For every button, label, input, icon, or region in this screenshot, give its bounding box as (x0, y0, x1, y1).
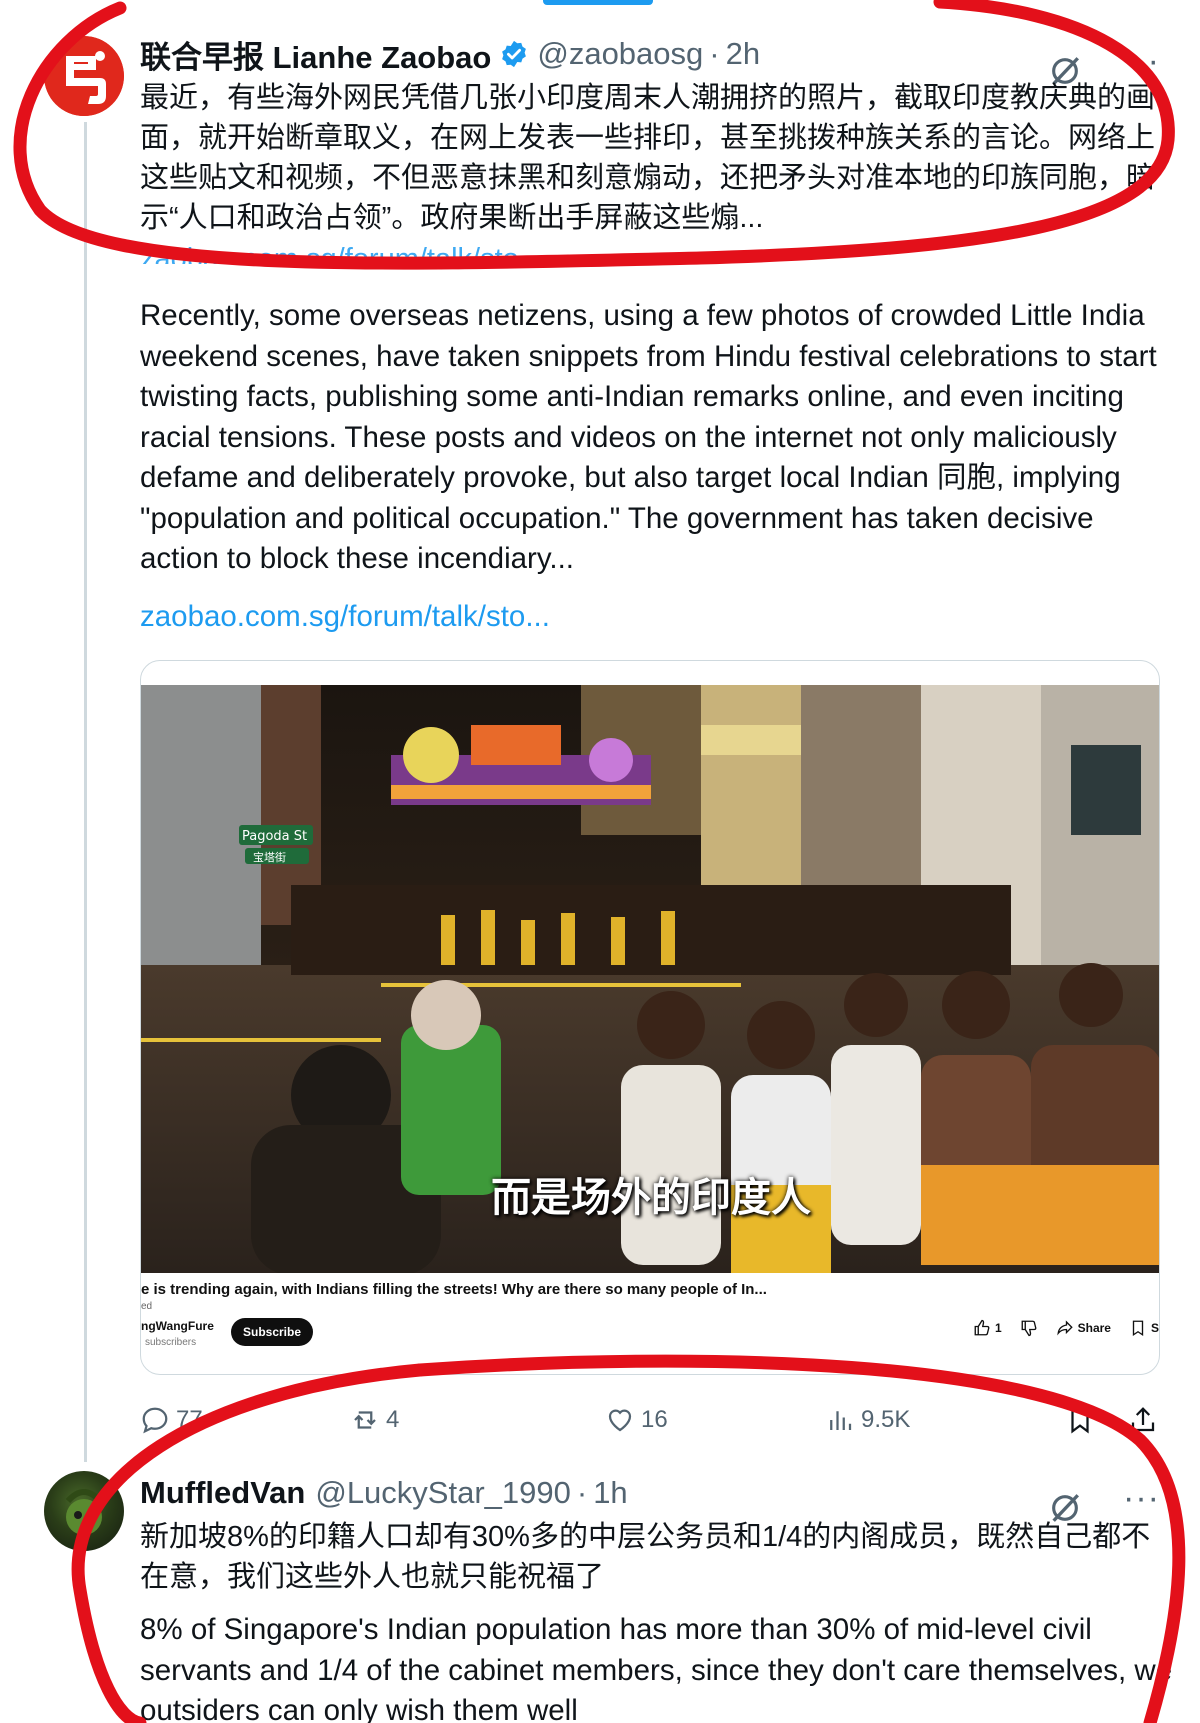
share-arrow-icon (1056, 1320, 1073, 1336)
repost-button[interactable]: 4 (350, 1405, 399, 1435)
user-avatar-image (65, 1489, 103, 1535)
bookmark-button[interactable] (1065, 1405, 1095, 1435)
tweet-text-english: 8% of Singapore's Indian population has … (140, 1613, 1173, 1723)
share-button[interactable] (1128, 1405, 1158, 1435)
video-dislike-button[interactable] (1020, 1319, 1038, 1337)
reply-icon (142, 1407, 168, 1434)
view-count: 9.5K (861, 1406, 911, 1433)
avatar[interactable] (44, 36, 124, 116)
article-link[interactable]: zaobao.com.sg/forum/talk/sto... (140, 600, 550, 634)
repost-count: 4 (386, 1406, 400, 1433)
verified-badge-icon (502, 40, 527, 68)
display-name[interactable]: 联合早报 Lianhe Zaobao (140, 32, 491, 77)
save-icon (1132, 1320, 1144, 1337)
avatar[interactable] (44, 1471, 124, 1551)
channel-name[interactable]: ngWangFure (141, 1319, 214, 1333)
media-card[interactable]: Pagoda St 宝塔街 而是场外的印度人 e is trending aga… (140, 660, 1160, 1375)
timestamp[interactable]: 1h (593, 1475, 627, 1511)
handle[interactable]: @zaobaosg (537, 36, 703, 72)
thumbs-up-icon (974, 1319, 990, 1336)
tweet-actions: 77 4 16 9.5K (140, 1405, 1170, 1445)
tweet-header: 联合早报 Lianhe Zaobao @zaobaosg · 2h (140, 32, 760, 77)
share-icon (1131, 1407, 1155, 1432)
video-save-button[interactable]: S (1129, 1319, 1159, 1337)
like-icon (608, 1409, 632, 1432)
more-icon[interactable]: ··· (1123, 44, 1160, 78)
top-tab-indicator (543, 0, 653, 5)
video-share-button[interactable]: Share (1056, 1319, 1111, 1337)
thumbs-down-icon (1021, 1320, 1037, 1337)
tweet-text-chinese: 最近，有些海外网民凭借几张小印度周末人潮拥挤的照片，截取印度教庆典的画面，就开始… (140, 82, 1156, 234)
views-icon (830, 1411, 852, 1430)
like-button[interactable]: 16 (605, 1405, 668, 1435)
video-thumbnail[interactable]: Pagoda St 宝塔街 而是场外的印度人 (141, 685, 1159, 1273)
thread-connector-line (84, 122, 87, 1462)
display-name[interactable]: MuffledVan (140, 1475, 305, 1511)
tweet-header: MuffledVan @LuckyStar_1990 · 1h (140, 1473, 628, 1513)
views-button[interactable]: 9.5K (825, 1405, 910, 1435)
street-sign-text-cn: 宝塔街 (253, 850, 286, 864)
video-like-count: 1 (994, 1321, 1002, 1335)
tweet-text-chinese: 新加坡8%的印籍人口却有30%多的中层公务员和1/4的内阁成员，既然自己都不在意… (140, 1521, 1151, 1593)
tweet-link-partial[interactable]: zaobao.com.sg/forum/talk/sto... (140, 244, 543, 264)
subscribe-button[interactable]: Subscribe (231, 1318, 314, 1346)
timestamp[interactable]: 2h (726, 36, 760, 72)
bookmark-icon (1071, 1407, 1089, 1434)
handle[interactable]: @LuckyStar_1990 (315, 1475, 571, 1511)
video-subtitle: 而是场外的印度人 (491, 1175, 811, 1221)
repost-icon (354, 1411, 376, 1429)
reply-count: 77 (176, 1406, 203, 1433)
video-meta: ed (141, 1301, 153, 1312)
separator-dot: · (576, 1475, 588, 1510)
separator-dot: · (709, 36, 720, 71)
reply-button[interactable]: 77 (140, 1405, 203, 1435)
subscriber-count: subscribers (145, 1337, 197, 1348)
video-actions: 1 Share S (973, 1319, 1159, 1337)
like-count: 16 (641, 1406, 668, 1433)
tweet-text-english: Recently, some overseas netizens, using … (140, 299, 1157, 575)
video-save-label: S (1150, 1321, 1159, 1335)
video-share-label: Share (1077, 1321, 1111, 1335)
zaobao-logo-icon (44, 36, 124, 116)
video-like-button[interactable]: 1 (973, 1319, 1002, 1337)
video-title[interactable]: e is trending again, with Indians fillin… (141, 1281, 767, 1298)
more-icon[interactable]: ··· (1123, 1481, 1160, 1515)
street-sign-text: Pagoda St (242, 829, 307, 844)
